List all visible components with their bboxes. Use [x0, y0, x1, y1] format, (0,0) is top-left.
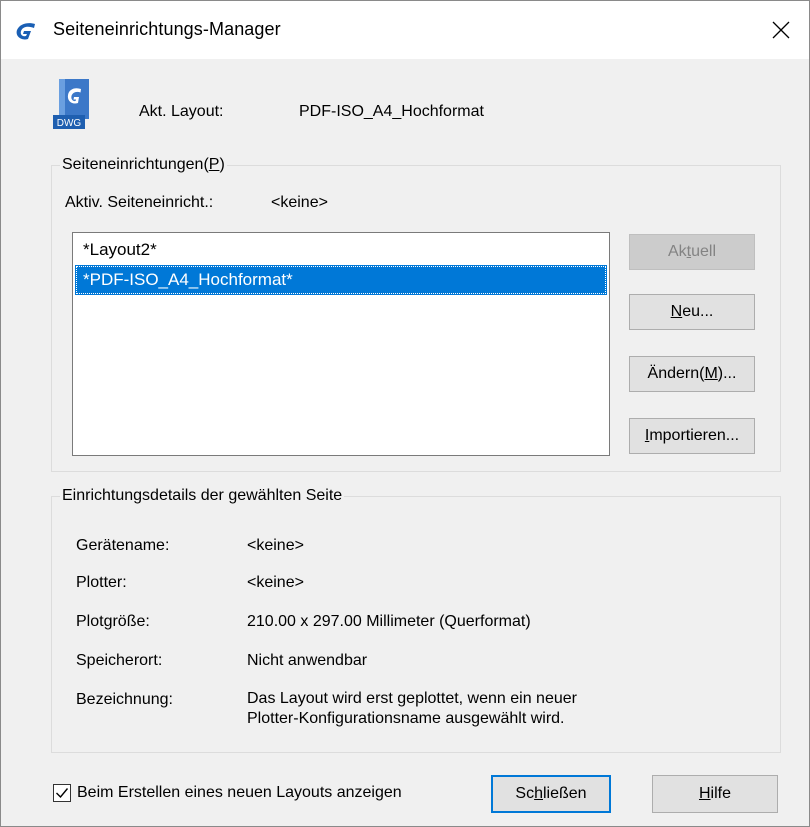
plot-size-value: 210.00 x 297.00 Millimeter (Querformat) — [247, 613, 531, 630]
active-setup-value: <keine> — [271, 194, 328, 211]
current-layout-value: PDF-ISO_A4_Hochformat — [299, 103, 484, 120]
page-setups-legend: Seiteneinrichtungen(P) — [62, 156, 225, 173]
close-dialog-button[interactable]: Sc h ließen — [491, 775, 611, 813]
plotter-label: Plotter: — [76, 574, 127, 591]
plot-size-label: Plotgröße: — [76, 613, 150, 630]
description-value: Das Layout wird erst geplottet, wenn ein… — [247, 689, 577, 729]
title-bar[interactable]: Seiteneinrichtungs-Manager — [1, 1, 809, 59]
device-name-value: <keine> — [247, 537, 304, 554]
close-icon — [772, 21, 790, 39]
close-button[interactable] — [753, 1, 809, 59]
list-item[interactable]: *Layout2* — [75, 235, 607, 265]
description-line-1: Das Layout wird erst geplottet, wenn ein… — [247, 690, 577, 707]
show-on-new-layout-label: Beim Erstellen eines neuen Layouts anzei… — [77, 784, 402, 801]
modify-button[interactable]: Ändern(M)... — [629, 356, 755, 392]
checkmark-icon — [56, 788, 69, 799]
active-setup-label: Aktiv. Seiteneinricht.: — [65, 194, 214, 211]
device-name-label: Gerätename: — [76, 537, 170, 554]
window-title: Seiteneinrichtungs-Manager — [53, 19, 281, 39]
setup-details-legend: Einrichtungsdetails der gewählten Seite — [62, 487, 343, 504]
set-current-button[interactable]: Ak t uell — [629, 234, 755, 270]
page-setups-list[interactable]: *Layout2* *PDF-ISO_A4_Hochformat* — [72, 232, 610, 456]
location-value: Nicht anwendbar — [247, 652, 368, 669]
location-label: Speicherort: — [76, 652, 163, 669]
description-label: Bezeichnung: — [76, 691, 173, 708]
show-on-new-layout-option[interactable]: Beim Erstellen eines neuen Layouts anzei… — [53, 784, 402, 802]
description-line-2: Plotter-Konfigurationsname ausgewählt wi… — [247, 710, 565, 727]
new-button[interactable]: Neu... — [629, 294, 755, 330]
dwg-file-icon: DWG — [53, 79, 89, 129]
help-button[interactable]: Hilfe — [652, 775, 778, 813]
list-item-selected[interactable]: *PDF-ISO_A4_Hochformat* — [75, 265, 607, 295]
plotter-value: <keine> — [247, 574, 304, 591]
page-setup-manager-dialog: Seiteneinrichtungs-Manager DWG Akt. Layo… — [0, 0, 810, 827]
dwg-icon-label: DWG — [57, 118, 82, 129]
show-on-new-layout-checkbox[interactable] — [53, 784, 71, 802]
import-button[interactable]: Importieren... — [629, 418, 755, 454]
app-logo-icon — [16, 23, 35, 40]
current-layout-label: Akt. Layout: — [139, 103, 224, 120]
